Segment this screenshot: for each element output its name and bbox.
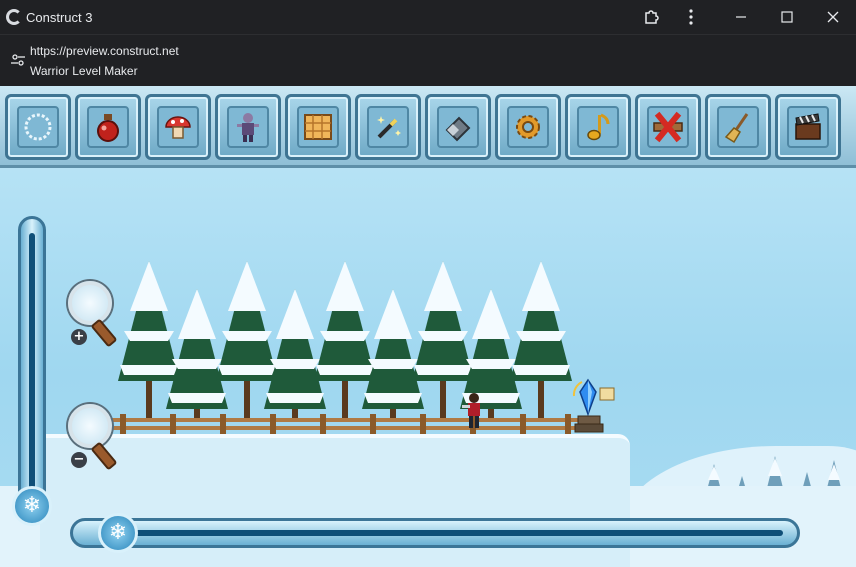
- zoom-out-icon: −: [71, 452, 87, 468]
- delete-cross-icon: [653, 111, 683, 143]
- eraser-icon: [445, 116, 471, 142]
- game-canvas[interactable]: + − ❄ ❄: [0, 86, 856, 567]
- minimize-icon: [736, 16, 746, 18]
- wooden-fence: [110, 414, 580, 434]
- potion-icon: [97, 114, 119, 142]
- editor-toolbar: [0, 86, 856, 168]
- window-titlebar: Construct 3: [0, 0, 856, 34]
- magic-wand-icon: [377, 116, 401, 139]
- zoom-in-button[interactable]: +: [68, 281, 118, 353]
- more-options-button[interactable]: [668, 0, 714, 34]
- page-title: Warrior Level Maker: [30, 64, 138, 78]
- snowflake-icon: ❄: [22, 493, 42, 518]
- magnifier-icon: [68, 281, 112, 325]
- horizontal-slider-track: [113, 530, 783, 536]
- tool-magic-wand[interactable]: [355, 94, 421, 160]
- close-button[interactable]: [810, 0, 856, 34]
- minimize-button[interactable]: [718, 0, 764, 34]
- maximize-icon: [781, 11, 793, 23]
- magnifier-handle: [90, 318, 118, 348]
- snowflake-icon: ❄: [108, 520, 128, 545]
- tool-clapperboard[interactable]: [775, 94, 841, 160]
- horizontal-scroll-slider[interactable]: [70, 518, 800, 548]
- snowy-pine-forest: [118, 261, 572, 421]
- broom-icon: [724, 113, 749, 144]
- horizontal-slider-knob[interactable]: ❄: [98, 513, 138, 553]
- site-settings-icon[interactable]: [10, 52, 26, 68]
- tool-mushroom[interactable]: [145, 94, 211, 160]
- music-note-icon: [587, 113, 610, 141]
- tool-eraser[interactable]: [425, 94, 491, 160]
- maximize-button[interactable]: [764, 0, 810, 34]
- gear-icon: [516, 115, 540, 139]
- kebab-menu-icon: [689, 9, 693, 25]
- clapperboard-icon: [795, 113, 821, 140]
- tool-zombie[interactable]: [215, 94, 281, 160]
- close-icon: [827, 11, 839, 23]
- tool-grid-map[interactable]: [285, 94, 351, 160]
- grid-map-icon: [304, 114, 332, 140]
- magnifier-icon: [68, 404, 112, 448]
- tool-delete[interactable]: [635, 94, 701, 160]
- zoom-in-icon: +: [71, 329, 87, 345]
- tool-snow-frame[interactable]: [5, 94, 71, 160]
- page-info-bar: https://preview.construct.net Warrior Le…: [0, 34, 856, 86]
- page-url: https://preview.construct.net: [30, 44, 179, 58]
- checkpoint-crystal[interactable]: [566, 376, 616, 436]
- vertical-slider-knob[interactable]: ❄: [12, 486, 52, 526]
- magnifier-handle: [90, 441, 118, 471]
- mushroom-icon: [165, 116, 191, 139]
- zombie-icon: [237, 113, 259, 142]
- tool-potion[interactable]: [75, 94, 141, 160]
- warrior-character[interactable]: [460, 392, 488, 430]
- vertical-scroll-slider[interactable]: [18, 216, 46, 516]
- window-title: Construct 3: [26, 10, 93, 25]
- puzzle-icon: [645, 10, 659, 24]
- snow-frame-icon: [24, 113, 52, 141]
- tool-settings[interactable]: [495, 94, 561, 160]
- vertical-slider-track: [29, 233, 35, 493]
- tool-music[interactable]: [565, 94, 631, 160]
- tool-broom[interactable]: [705, 94, 771, 160]
- zoom-out-button[interactable]: −: [68, 404, 118, 476]
- construct-logo-icon: [6, 9, 22, 25]
